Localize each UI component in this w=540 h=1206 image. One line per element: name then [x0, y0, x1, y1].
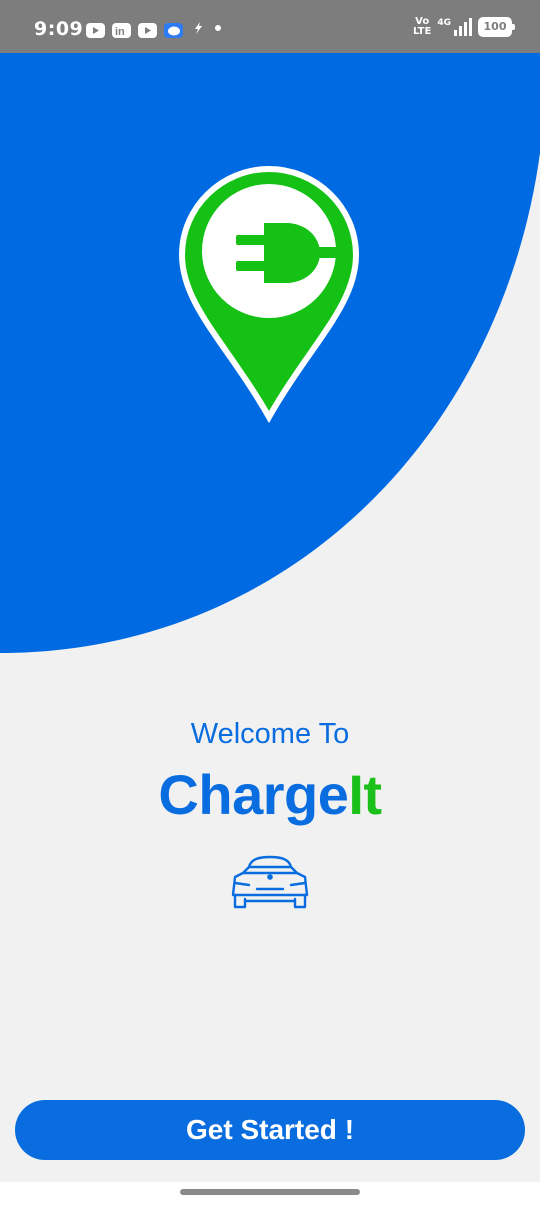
app-logo — [178, 165, 360, 428]
ev-charging-location-pin-icon — [178, 165, 360, 424]
linkedin-icon: in — [112, 22, 131, 38]
battery-icon: 100 — [478, 17, 515, 37]
navigation-bar — [0, 1182, 540, 1206]
youtube-icon — [86, 22, 105, 38]
brand-name: ChargeIt — [0, 762, 540, 827]
status-right: Vo LTE 4G 100 — [412, 16, 515, 37]
brand-name-part1: Charge — [158, 763, 349, 826]
home-indicator[interactable] — [180, 1189, 360, 1195]
welcome-title: Welcome To — [190, 718, 350, 750]
youtube-icon — [138, 22, 157, 38]
notification-icons: in — [86, 20, 223, 40]
messenger-icon — [164, 22, 183, 38]
volte-indicator: Vo LTE — [412, 16, 432, 37]
brand-name-part2: It — [348, 763, 382, 826]
bolt-icon — [190, 20, 206, 40]
get-started-button[interactable]: Get Started ! — [15, 1100, 525, 1160]
status-bar: 9:09 in Vo LTE 4G 100 — [0, 0, 540, 53]
car-front-icon — [229, 853, 311, 916]
status-time: 9:09 — [34, 18, 84, 40]
signal-icon: 4G — [437, 18, 472, 36]
svg-text:in: in — [115, 26, 125, 38]
dot-icon — [213, 20, 223, 40]
